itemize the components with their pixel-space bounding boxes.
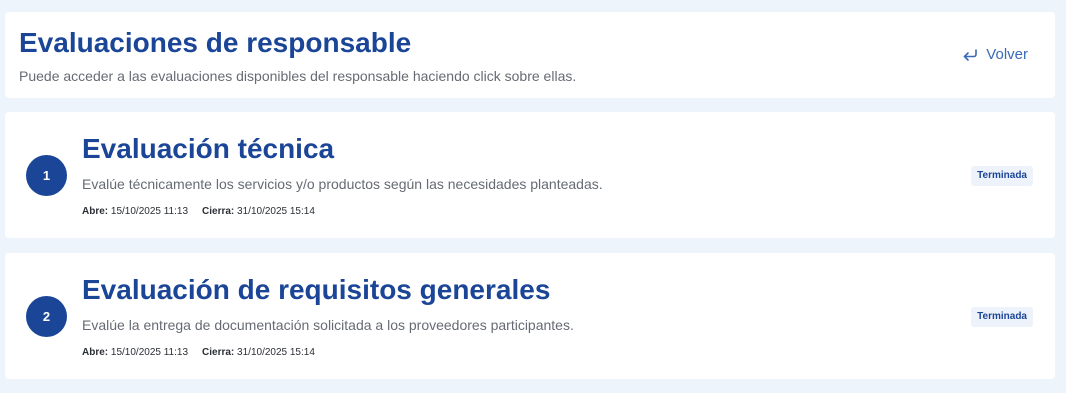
evaluation-number: 2 [26, 296, 67, 337]
open-date: Abre: 15/10/2025 11:13 [82, 346, 188, 360]
close-date: Cierra: 31/10/2025 15:14 [202, 346, 315, 360]
open-date: Abre: 15/10/2025 11:13 [82, 205, 188, 219]
return-arrow-icon [962, 48, 978, 62]
close-date-label: Cierra: [202, 206, 235, 217]
status-badge: Terminada [971, 307, 1033, 327]
evaluation-description: Evalúe la entrega de documentación solic… [82, 317, 574, 333]
evaluation-dates: Abre: 15/10/2025 11:13 Cierra: 31/10/202… [82, 205, 315, 219]
evaluation-card-requisitos[interactable]: 2 Evaluación de requisitos generales Eva… [5, 253, 1055, 379]
open-date-label: Abre: [82, 347, 109, 358]
close-date-value: 31/10/2025 15:14 [237, 206, 315, 217]
page-title: Evaluaciones de responsable [19, 27, 412, 58]
evaluation-title[interactable]: Evaluación de requisitos generales [82, 272, 550, 308]
evaluation-description: Evalúe técnicamente los servicios y/o pr… [82, 176, 603, 192]
open-date-value: 15/10/2025 11:13 [110, 206, 189, 217]
page-subtitle: Puede acceder a las evaluaciones disponi… [19, 68, 577, 84]
open-date-label: Abre: [82, 206, 109, 217]
close-date-value: 31/10/2025 15:14 [237, 347, 315, 358]
evaluation-dates: Abre: 15/10/2025 11:13 Cierra: 31/10/202… [82, 346, 315, 360]
header-card: Evaluaciones de responsable Puede accede… [5, 12, 1055, 98]
back-button[interactable]: Volver [962, 45, 1028, 65]
open-date-value: 15/10/2025 11:13 [110, 347, 189, 358]
evaluation-card-tecnica[interactable]: 1 Evaluación técnica Evalúe técnicamente… [5, 112, 1055, 238]
close-date-label: Cierra: [202, 347, 235, 358]
close-date: Cierra: 31/10/2025 15:14 [202, 205, 315, 219]
status-badge: Terminada [971, 166, 1033, 186]
evaluation-number: 1 [26, 155, 67, 196]
back-button-label: Volver [986, 46, 1028, 63]
evaluation-title[interactable]: Evaluación técnica [82, 131, 334, 167]
